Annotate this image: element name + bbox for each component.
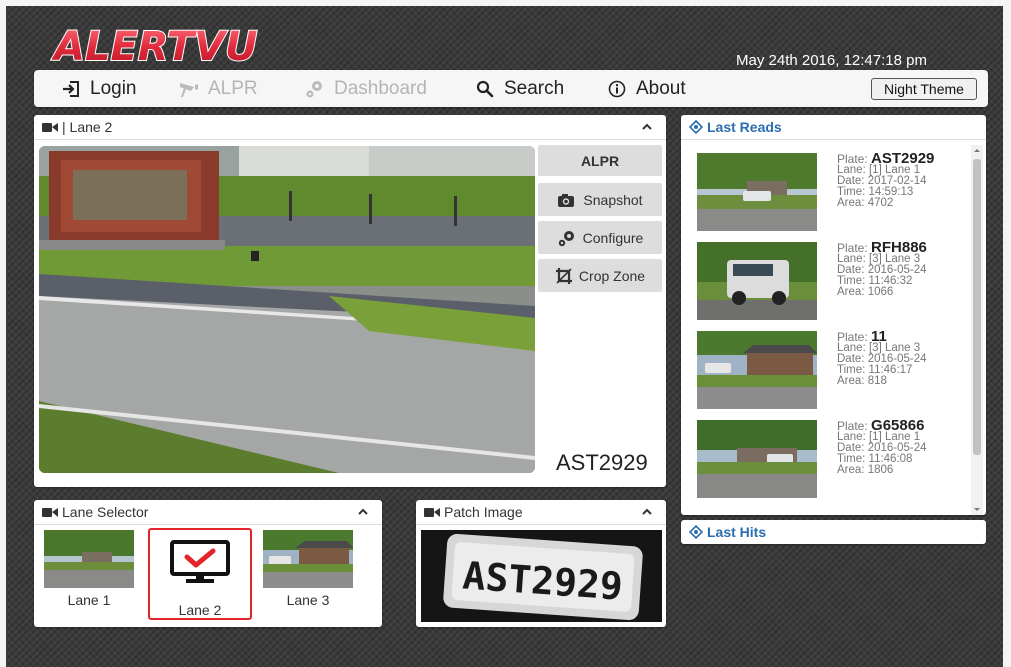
- nav-login-label: Login: [90, 77, 137, 99]
- read-item[interactable]: Plate: AST2929 Lane: [1] Lane 1 Date: 20…: [697, 150, 977, 238]
- read-item[interactable]: Plate: G65866 Lane: [1] Lane 1 Date: 201…: [697, 417, 977, 505]
- lane-label: Lane 3: [286, 592, 330, 608]
- read-thumbnail: [697, 331, 817, 409]
- read-item[interactable]: Plate: 11 Lane: [3] Lane 3 Date: 2016-05…: [697, 328, 977, 416]
- lane-selector-title: Lane Selector: [62, 504, 149, 520]
- read-details: Plate: AST2929 Lane: [1] Lane 1 Date: 20…: [837, 150, 935, 209]
- read-area: 818: [867, 375, 887, 387]
- collapse-chevron-icon[interactable]: [356, 505, 370, 519]
- lane-option-1[interactable]: Lane 1: [44, 530, 134, 610]
- camera-feed-image[interactable]: [39, 146, 535, 473]
- read-thumbnail: [697, 420, 817, 498]
- scroll-up-icon[interactable]: [971, 145, 983, 155]
- camera-icon: [558, 193, 575, 207]
- read-area: 1066: [867, 286, 894, 298]
- monitor-check-icon: [170, 540, 230, 583]
- crop-icon: [555, 267, 572, 284]
- night-theme-button[interactable]: Night Theme: [871, 78, 977, 100]
- lane-thumbnail: [44, 530, 134, 588]
- video-camera-icon: [42, 122, 58, 133]
- last-reads-panel: Last Reads Plate: AST2929 Lane: [1] Lane…: [681, 115, 986, 515]
- target-icon: [689, 120, 703, 134]
- login-icon: [60, 78, 82, 100]
- lane-selector-header: Lane Selector: [34, 500, 382, 525]
- nav-login[interactable]: Login: [60, 70, 137, 107]
- lane-panel-title: | Lane 2: [62, 119, 113, 135]
- snapshot-button[interactable]: Snapshot: [538, 183, 662, 216]
- configure-button[interactable]: Configure: [538, 221, 662, 254]
- scroll-down-icon[interactable]: [971, 505, 983, 515]
- clock: May 24th 2016, 12:47:18 pm: [736, 52, 927, 69]
- snapshot-label: Snapshot: [583, 191, 643, 208]
- last-hits-title: Last Hits: [707, 524, 767, 540]
- alpr-button[interactable]: ALPR: [538, 145, 662, 176]
- patch-image-header: Patch Image: [416, 500, 666, 525]
- nav-dashboard[interactable]: Dashboard: [304, 70, 427, 107]
- lane-option-3[interactable]: Lane 3: [263, 530, 353, 610]
- last-hits-panel[interactable]: Last Hits: [681, 520, 986, 544]
- configure-label: Configure: [582, 229, 644, 246]
- last-hits-header: Last Hits: [681, 520, 986, 544]
- scrollbar-thumb[interactable]: [973, 159, 981, 455]
- nav-about-label: About: [636, 77, 686, 99]
- lane-label: Lane 1: [67, 592, 111, 608]
- reads-list: Plate: AST2929 Lane: [1] Lane 1 Date: 20…: [681, 145, 986, 515]
- nav-alpr[interactable]: ALPR: [178, 70, 258, 107]
- patch-image-panel: Patch Image AST2929: [416, 500, 666, 627]
- read-thumbnail: [697, 242, 817, 320]
- crop-zone-button[interactable]: Crop Zone: [538, 259, 662, 292]
- read-item[interactable]: Plate: RFH886 Lane: [3] Lane 3 Date: 201…: [697, 239, 977, 327]
- info-icon: [606, 78, 628, 100]
- lane-thumbnail: [263, 530, 353, 588]
- nav-search[interactable]: Search: [474, 70, 564, 107]
- alpr-camera-icon: [178, 78, 200, 100]
- last-reads-title: Last Reads: [707, 119, 782, 135]
- collapse-chevron-icon[interactable]: [640, 120, 654, 134]
- gears-icon: [558, 230, 574, 246]
- target-icon: [689, 525, 703, 539]
- video-camera-icon: [424, 507, 440, 518]
- patch-image-title: Patch Image: [444, 504, 523, 520]
- nav-search-label: Search: [504, 77, 565, 99]
- read-thumbnail: [697, 153, 817, 231]
- gears-icon: [304, 78, 326, 100]
- lane-label: Lane 2: [178, 602, 222, 618]
- lane-panel-header: | Lane 2: [34, 115, 666, 140]
- nav-alpr-label: ALPR: [208, 77, 258, 99]
- search-icon: [474, 78, 496, 100]
- lane-option-2-selected[interactable]: Lane 2: [148, 528, 252, 620]
- video-camera-icon: [42, 507, 58, 518]
- plate-patch-image: AST2929: [421, 530, 662, 622]
- crop-zone-label: Crop Zone: [578, 267, 646, 284]
- nav-dashboard-label: Dashboard: [334, 77, 427, 99]
- read-details: Plate: G65866 Lane: [1] Lane 1 Date: 201…: [837, 417, 927, 476]
- collapse-chevron-icon[interactable]: [640, 505, 654, 519]
- last-reads-header[interactable]: Last Reads: [681, 115, 986, 140]
- alertvu-logo: ALERTVU: [50, 18, 310, 70]
- read-area: 1806: [867, 464, 894, 476]
- lane-selector-panel: Lane Selector Lane 1 Lane 2 Lane 3: [34, 500, 382, 627]
- top-navbar: Login ALPR Dashboard Search About Night …: [34, 70, 988, 107]
- detected-plate-text: AST2929: [556, 450, 648, 475]
- reads-scrollbar[interactable]: [971, 145, 983, 515]
- read-details: Plate: 11 Lane: [3] Lane 3 Date: 2016-05…: [837, 328, 927, 387]
- read-details: Plate: RFH886 Lane: [3] Lane 3 Date: 201…: [837, 239, 927, 298]
- logo-text: ALERTVU: [51, 24, 258, 70]
- lane-camera-panel: | Lane 2 ALPR Snapshot Configure Crop Zo…: [34, 115, 666, 487]
- nav-about[interactable]: About: [606, 70, 686, 107]
- read-area: 4702: [867, 197, 894, 209]
